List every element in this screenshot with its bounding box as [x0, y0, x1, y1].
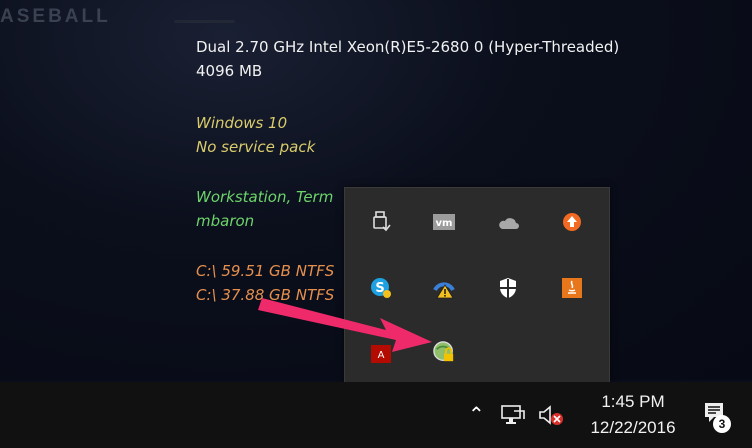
svg-text:A: A	[378, 350, 385, 361]
sysinfo-machine-type: Workstation, Term	[196, 188, 334, 206]
wallpaper-shape	[173, 0, 247, 23]
sysinfo-os: Windows 10	[196, 114, 288, 132]
clock-time: 1:45 PM	[601, 392, 665, 411]
sysinfo-memory: 4096 MB	[196, 62, 263, 80]
sysinfo-cpu: Dual 2.70 GHz Intel Xeon(R)E5-2680 0 (Hy…	[196, 38, 620, 56]
notification-count-badge: 3	[713, 415, 731, 433]
onedrive-icon[interactable]	[497, 211, 519, 233]
clock-date: 12/22/2016	[590, 418, 676, 437]
vpn-lock-icon[interactable]	[433, 341, 455, 363]
sysinfo-disk1: C:\ 59.51 GB NTFS	[196, 262, 335, 280]
adobe-reader-icon[interactable]: A	[370, 343, 392, 365]
show-hidden-icons-chevron-icon[interactable]: ⌃	[468, 402, 485, 426]
network-warning-icon[interactable]	[433, 277, 455, 299]
network-icon[interactable]	[500, 404, 526, 430]
update-arrow-icon[interactable]	[561, 211, 583, 233]
wallpaper-brand-text: ASEBALL	[0, 6, 111, 27]
svg-text:vm: vm	[436, 218, 453, 229]
tray-overflow-popup: vm S A	[344, 187, 610, 385]
vmware-icon[interactable]: vm	[433, 211, 455, 233]
skype-icon[interactable]: S	[370, 277, 392, 299]
sysinfo-user: mbaron	[196, 212, 255, 230]
sysinfo-disk2: C:\ 37.88 GB NTFS	[196, 286, 335, 304]
volume-muted-icon[interactable]	[538, 404, 564, 430]
taskbar-clock[interactable]: 1:45 PM 12/22/2016	[572, 390, 694, 440]
java-icon[interactable]	[561, 277, 583, 299]
usb-eject-icon[interactable]	[370, 211, 392, 233]
windows-defender-icon[interactable]	[497, 277, 519, 299]
sysinfo-service-pack: No service pack	[196, 138, 316, 156]
